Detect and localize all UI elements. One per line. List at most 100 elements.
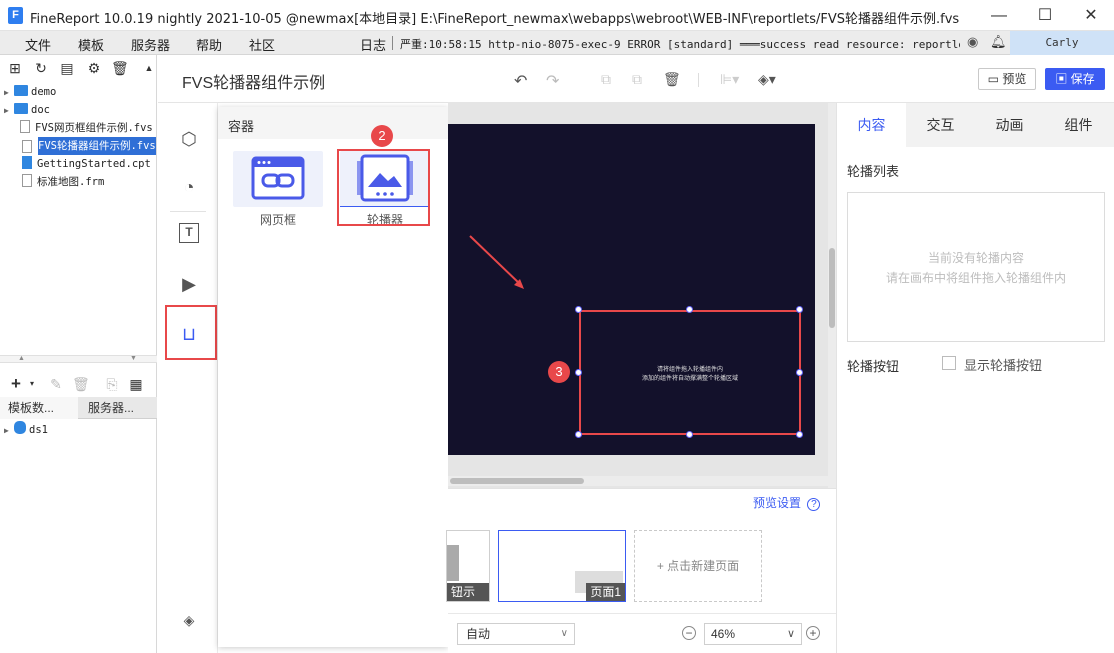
bell-icon[interactable]: 🔔︎: [990, 34, 1007, 50]
chevron-down-icon: ∨: [560, 628, 568, 639]
add-dataset-icon[interactable]: +: [8, 375, 24, 392]
splitter-down-icon[interactable]: ▼: [130, 355, 137, 362]
folder-icon: [14, 85, 28, 96]
layers-icon[interactable]: ◈: [176, 607, 202, 633]
menu-server[interactable]: 服务器: [131, 35, 170, 54]
splitter-up-icon[interactable]: ▲: [18, 355, 25, 362]
preview-button[interactable]: ▭ 预览: [978, 68, 1036, 90]
delete-component-icon[interactable]: 🗑︎: [663, 71, 681, 88]
refresh-icon[interactable]: ↻: [33, 60, 49, 76]
delete-icon[interactable]: 🗑︎: [111, 60, 129, 76]
settings-icon[interactable]: ⚙: [86, 60, 102, 76]
resize-handle[interactable]: [575, 431, 582, 438]
cube-icon[interactable]: ⬡: [176, 126, 202, 152]
expand-arrow-icon[interactable]: ▶: [4, 84, 14, 102]
menu-help[interactable]: 帮助: [196, 35, 222, 54]
new-page-button[interactable]: + 点击新建页面: [634, 530, 762, 602]
tree-item-demo[interactable]: ▶ demo: [4, 83, 56, 101]
file-icon: [20, 120, 30, 133]
sidebar-divider: [170, 211, 206, 212]
text-icon[interactable]: T: [179, 223, 199, 243]
menu-template[interactable]: 模板: [78, 35, 104, 54]
tree-item-label: FVS轮播器组件示例.fvs: [38, 140, 156, 152]
horizontal-scrollbar[interactable]: [448, 476, 828, 486]
tab-content[interactable]: 内容: [837, 103, 906, 147]
annotation-box-1: [165, 305, 217, 360]
expand-arrow-icon[interactable]: ▶: [4, 102, 14, 120]
layer-order-icon[interactable]: ◈▾: [758, 71, 776, 88]
log-message: 严重:10:58:15 http-nio-8075-exec-9 ERROR […: [400, 38, 960, 51]
add-dropdown-icon[interactable]: ▾: [24, 376, 40, 392]
dataset-toolbar: + ▾ ✎ 🗑︎ ⎘ ▦: [0, 371, 157, 397]
zoom-value: 46%: [711, 627, 736, 641]
user-name[interactable]: Carly: [1010, 31, 1114, 55]
vertical-scrollbar[interactable]: [828, 103, 836, 488]
webframe-component-card[interactable]: [233, 151, 323, 207]
tree-item-getting-started[interactable]: GettingStarted.cpt: [22, 155, 151, 173]
maximize-button[interactable]: ☐: [1022, 0, 1068, 31]
canvas-size-select[interactable]: 自动 ∨: [457, 623, 575, 645]
paste-icon[interactable]: ⧉: [632, 71, 642, 88]
tab-server-dataset[interactable]: 服务器...: [80, 397, 157, 419]
dataset-item-ds1[interactable]: ▶ ds1: [4, 421, 48, 439]
tree-item-label: FVS网页框组件示例.fvs: [35, 122, 153, 134]
undo-icon[interactable]: ↶: [514, 71, 527, 91]
close-window-button[interactable]: ✕: [1068, 0, 1114, 31]
resize-handle[interactable]: [575, 306, 582, 313]
tree-item-carousel-example[interactable]: FVS轮播器组件示例.fvs: [38, 137, 156, 155]
save-button[interactable]: ▣ 保存: [1045, 68, 1105, 90]
tree-item-standard-map[interactable]: 标准地图.frm: [22, 173, 104, 191]
eye-icon[interactable]: ◉: [967, 34, 978, 50]
zoom-out-button[interactable]: −: [682, 626, 696, 640]
show-carousel-button-label[interactable]: 显示轮播按钮: [964, 355, 1042, 374]
preview-settings-link[interactable]: 预览设置 ?: [753, 494, 821, 511]
form-file-icon: [22, 174, 32, 187]
new-folder-icon[interactable]: ⊞: [7, 60, 23, 76]
tree-item-doc[interactable]: ▶ doc: [4, 101, 50, 119]
help-icon[interactable]: ?: [807, 498, 821, 511]
toolbar-divider: [698, 73, 699, 87]
resize-handle[interactable]: [796, 369, 803, 376]
panel-splitter[interactable]: ▲ ▼: [0, 355, 157, 363]
zoom-select[interactable]: 46% ∨: [704, 623, 802, 645]
preview-label: 预览: [1002, 72, 1027, 86]
resize-handle[interactable]: [796, 431, 803, 438]
popover-title: 容器: [228, 119, 255, 134]
collapse-up-icon[interactable]: ▲: [141, 60, 157, 76]
file-toolbar: ⊞ ↻ ▤ ⚙ 🗑︎ ▲: [0, 55, 157, 81]
page-thumb-0[interactable]: 钮示例: [446, 530, 490, 617]
media-icon[interactable]: ▶: [176, 271, 202, 297]
log-label[interactable]: 日志: [360, 35, 386, 54]
align-icon[interactable]: ⊫▾: [720, 71, 739, 88]
copy-icon[interactable]: ⧉: [601, 71, 611, 88]
resize-handle[interactable]: [686, 306, 693, 313]
tree-item-webframe-example[interactable]: FVS网页框组件示例.fvs: [20, 119, 157, 137]
tab-animation[interactable]: 动画: [975, 103, 1044, 147]
redo-icon[interactable]: ↷: [546, 71, 559, 91]
zoom-in-button[interactable]: +: [806, 626, 820, 640]
chart-pie-icon[interactable]: ◔: [176, 174, 202, 200]
resize-handle[interactable]: [575, 369, 582, 376]
locate-icon[interactable]: ▤: [59, 60, 75, 76]
tab-interaction[interactable]: 交互: [906, 103, 975, 147]
delete-dataset-icon[interactable]: 🗑︎: [72, 376, 90, 392]
preview-dataset-icon[interactable]: ⎘: [104, 376, 120, 392]
edit-icon[interactable]: ✎: [48, 376, 64, 392]
dataset-settings-icon[interactable]: ▦: [128, 376, 144, 392]
vertical-scroll-thumb[interactable]: [829, 248, 835, 328]
resize-handle[interactable]: [796, 306, 803, 313]
menu-community[interactable]: 社区: [249, 35, 275, 54]
drag-arrow-icon: [469, 235, 524, 289]
save-label: 保存: [1070, 72, 1095, 86]
horizontal-scroll-thumb[interactable]: [450, 478, 584, 484]
tree-item-label: demo: [31, 86, 57, 98]
expand-arrow-icon[interactable]: ▶: [4, 422, 14, 440]
show-carousel-button-checkbox[interactable]: [942, 356, 956, 370]
tab-component[interactable]: 组件: [1044, 103, 1113, 147]
menu-file[interactable]: 文件: [25, 35, 51, 54]
minimize-button[interactable]: —: [976, 0, 1022, 31]
page-thumb-1[interactable]: 页面1: [498, 530, 626, 602]
carousel-component[interactable]: 请将组件拖入轮播组件内 添加的组件将自动撑满整个轮播区域: [579, 310, 801, 435]
tab-template-dataset[interactable]: 模板数...: [0, 397, 78, 419]
resize-handle[interactable]: [686, 431, 693, 438]
